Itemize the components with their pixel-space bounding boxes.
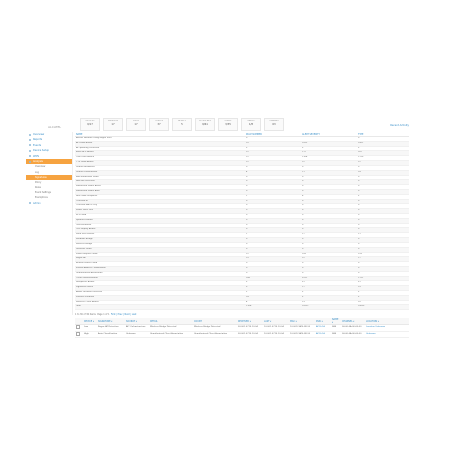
summary-card[interactable]: CLIENTS 37 bbox=[149, 118, 169, 131]
menu-dot-icon bbox=[28, 138, 31, 141]
sidebar-item-label: WIPS bbox=[33, 154, 40, 158]
table-cell: High bbox=[83, 331, 97, 339]
table-cell: 30.001.0715.10.04 bbox=[237, 324, 263, 332]
table-cell: 1108 bbox=[245, 304, 301, 311]
table-cell: Unknown bbox=[125, 331, 149, 339]
sidebar-item-label: Analysis bbox=[33, 159, 43, 163]
menu-dot-icon bbox=[28, 133, 31, 136]
detail-panel: DEVICE ▾ SIGNATURE ▾ SOURCE ▾ DETAIL COUNT RE… bbox=[75, 318, 409, 339]
table-cell: 10221 bbox=[301, 304, 357, 311]
row-select-cell bbox=[75, 331, 83, 339]
summary-card-value: 3/35 bbox=[225, 123, 231, 126]
table-row[interactable]: Total 1108 10221 10001 bbox=[75, 304, 409, 311]
summary-card[interactable]: WIRELESS 17 bbox=[103, 118, 123, 131]
summary-card-value: 1/8 bbox=[248, 123, 254, 126]
table-row[interactable]: Low Rogue AP Detection AP 1 Infrastructure… bbox=[75, 324, 409, 332]
main-content: NAME RULE NUMBER ALERT SEVERITY TYPE Ad-hoc… bbox=[75, 132, 409, 311]
summary-card[interactable]: DEVICES 9/17 bbox=[80, 118, 100, 131]
table-cell: 30.001.0715.10.04 bbox=[237, 331, 263, 339]
menu-dot-icon bbox=[28, 202, 31, 205]
table-cell[interactable]: Location Unknown bbox=[365, 324, 409, 332]
menu-dot-icon bbox=[28, 160, 31, 163]
row-checkbox[interactable] bbox=[76, 331, 81, 337]
events-table: DEVICE ▾ SIGNATURE ▾ SOURCE ▾ DETAIL COUNT RE… bbox=[75, 318, 409, 339]
summary-card[interactable]: ROGUE APS 9/61 bbox=[195, 118, 215, 131]
sidebar-item-label: Reports bbox=[33, 138, 43, 142]
menu-dot-icon bbox=[28, 155, 31, 158]
summary-card[interactable]: USERS 3/35 bbox=[218, 118, 238, 131]
pager: 1 to 36 of 36 items Page 1 of 1 First | … bbox=[75, 313, 136, 316]
summary-card-value: 17 bbox=[134, 123, 138, 126]
row-select-cell bbox=[75, 324, 83, 332]
menu-dot-icon bbox=[28, 144, 31, 147]
table-row[interactable]: High Auto Classification Unknown Unauthoriz… bbox=[75, 331, 409, 339]
table-cell: Rogue AP Detection bbox=[97, 324, 125, 332]
table-cell: Auto Classification bbox=[97, 331, 125, 339]
sidebar: Overview Reports Events Device Setup WIPS An… bbox=[26, 132, 73, 315]
pager-count: 1 to 36 of 36 items bbox=[75, 313, 96, 316]
summary-card-value: 37 bbox=[157, 123, 161, 126]
sidebar-item-analysis[interactable]: Analysis bbox=[26, 158, 72, 165]
table-cell: 10.0012 AP0:3B:10 bbox=[289, 324, 315, 332]
table-cell: Total bbox=[75, 304, 245, 311]
sidebar-item-label: Admin bbox=[33, 201, 41, 205]
table-cell: SBE bbox=[331, 331, 341, 339]
summary-card[interactable]: SSIDS 17 bbox=[126, 118, 146, 131]
table-cell[interactable]: AP10:1A bbox=[315, 331, 331, 339]
logo: ALCATEL bbox=[48, 125, 62, 129]
table-cell: 10.001.0715.10.04 bbox=[263, 324, 289, 332]
summary-card[interactable]: CHANNEL 63 bbox=[264, 118, 284, 131]
sidebar-item-label: Device Setup bbox=[33, 149, 49, 153]
menu-dot-icon bbox=[28, 149, 31, 152]
summary-card[interactable]: TRAFFIC 1/8 bbox=[241, 118, 261, 131]
table-cell: AP 1 Infrastructure bbox=[125, 324, 149, 332]
signatures-table: NAME RULE NUMBER ALERT SEVERITY TYPE Ad-hoc… bbox=[75, 132, 409, 311]
sidebar-item-label: Events bbox=[33, 143, 42, 147]
summary-card[interactable]: ALERTS 5 bbox=[172, 118, 192, 131]
table-cell[interactable]: Unknown bbox=[365, 331, 409, 339]
pager-links[interactable]: First | Prev | Next | Last bbox=[111, 313, 136, 316]
table-cell[interactable]: AP10:1A bbox=[315, 324, 331, 332]
summary-card-value: 17 bbox=[111, 123, 115, 126]
table-cell: 00:00:0A:00:00:00 bbox=[341, 324, 365, 332]
table-cell: Low bbox=[83, 324, 97, 332]
table-cell: 10.0012 AP0:3B:10 bbox=[289, 331, 315, 339]
summary-card-value: 63 bbox=[272, 123, 276, 126]
table-cell: Wireless Bridge Detected bbox=[193, 324, 237, 332]
table-cell: Unauthorized Client Association bbox=[193, 331, 237, 339]
table-cell: SBE bbox=[331, 324, 341, 332]
summary-cards: DEVICES 9/17 WIRELESS 17 SSIDS 17 CLIENTS 37 ALE… bbox=[80, 118, 284, 131]
table-cell: 00:00:0A:00:00:00 bbox=[341, 331, 365, 339]
table-cell: 10001 bbox=[357, 304, 409, 311]
summary-card-value: 5 bbox=[181, 123, 183, 126]
sidebar-item-label: Overview bbox=[33, 133, 45, 136]
row-checkbox[interactable] bbox=[76, 325, 81, 330]
table-cell: Wireless Bridge Detected bbox=[149, 324, 193, 332]
pager-page: Page 1 of 1 bbox=[97, 313, 110, 316]
top-link[interactable]: Recent Activity bbox=[390, 124, 409, 127]
summary-card-value: 9/61 bbox=[202, 123, 208, 126]
sidebar-item-admin[interactable]: Admin bbox=[26, 201, 72, 206]
table-cell: 10.001.0715.10.04 bbox=[263, 331, 289, 339]
summary-card-value: 9/17 bbox=[87, 123, 93, 126]
table-cell: Unauthorized Client Association bbox=[149, 331, 193, 339]
